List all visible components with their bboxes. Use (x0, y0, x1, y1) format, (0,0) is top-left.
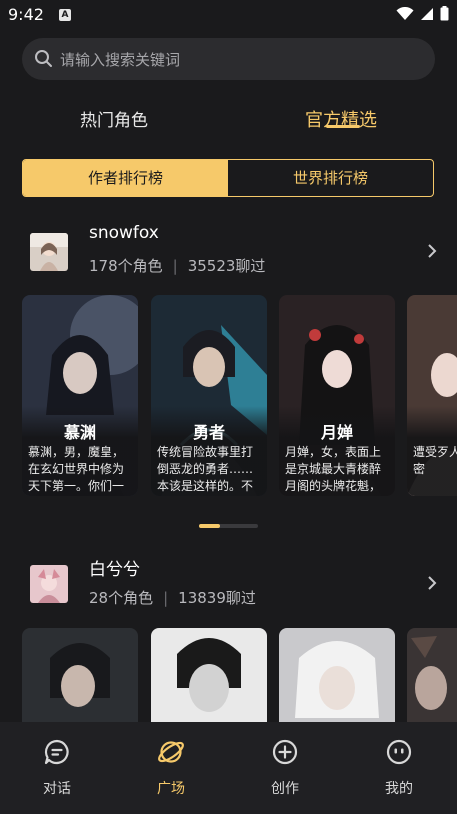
author-stats: 28个角色 | 13839聊过 (89, 587, 256, 608)
top-tabs: 热门角色 官方精选 (0, 100, 457, 140)
tab-hot-roles[interactable]: 热门角色 (80, 106, 148, 131)
search-input[interactable]: 请输入搜索关键词 (60, 49, 180, 70)
carousel-pager (199, 524, 258, 528)
battery-icon (440, 6, 449, 21)
role-card[interactable] (407, 628, 457, 722)
tab-official-picks[interactable]: 官方精选 (305, 106, 377, 132)
status-bar: 9:42 A (0, 0, 457, 30)
role-portrait (22, 628, 138, 722)
role-card[interactable]: 慕渊 慕渊，男，魔皇，在玄幻世界中修为天下第一。你们一 (22, 295, 138, 496)
role-card[interactable]: 莎 遭受歹人，日暗的密 (407, 295, 457, 496)
role-description: 慕渊，男，魔皇，在玄幻世界中修为天下第一。你们一 (28, 445, 125, 493)
role-carousel[interactable] (22, 628, 457, 722)
active-tab-indicator (326, 125, 360, 128)
role-portrait (407, 628, 457, 722)
chat-count: 13839聊过 (178, 589, 256, 607)
chat-count: 35523聊过 (187, 257, 266, 275)
role-card[interactable]: 月婵 月婵，女，表面上是京城最大青楼醉月阁的头牌花魁， (279, 295, 395, 496)
author-avatar (30, 233, 68, 271)
nav-label-profile: 我的 (385, 781, 413, 797)
author-name: snowfox (89, 223, 159, 243)
role-name: 慕渊 (63, 423, 96, 442)
role-carousel[interactable]: 慕渊 慕渊，男，魔皇，在玄幻世界中修为天下第一。你们一 勇者 传统冒险故事里打倒… (22, 295, 457, 496)
role-description: 传统冒险故事里打倒恶龙的勇者……本该是这样的。不 (157, 445, 254, 493)
status-time: 9:42 (8, 5, 44, 24)
author-name: 白兮兮 (89, 560, 140, 580)
stat-divider: | (172, 257, 178, 275)
role-portrait (151, 628, 267, 722)
signal-icon (421, 7, 433, 20)
plus-circle-icon (272, 739, 298, 765)
notification-badge: A (59, 9, 71, 21)
search-icon (35, 50, 52, 67)
planet-icon (158, 741, 184, 763)
nav-label-create: 创作 (271, 781, 299, 797)
author-row[interactable]: 白兮兮 28个角色 | 13839聊过 (0, 553, 457, 623)
role-card[interactable] (151, 628, 267, 722)
author-row[interactable]: snowfox 178个角色 | 35523聊过 (0, 221, 457, 291)
ranking-switch: 作者排行榜 世界排行榜 (22, 159, 434, 197)
nav-item-create[interactable]: 创作 (255, 738, 315, 798)
bottom-nav: 对话 广场 创作 我的 (0, 722, 457, 814)
role-description: 遭受歹人，日暗的密 (413, 445, 457, 476)
role-name: 月婵 (320, 423, 353, 442)
role-portrait (279, 628, 395, 722)
chevron-right-icon[interactable] (427, 243, 437, 259)
profile-face-icon (386, 739, 412, 765)
pager-active (199, 524, 220, 528)
author-stats: 178个角色 | 35523聊过 (89, 255, 265, 276)
nav-item-profile[interactable]: 我的 (369, 738, 429, 798)
world-rank-button[interactable]: 世界排行榜 (228, 160, 433, 196)
nav-item-square[interactable]: 广场 (141, 738, 201, 798)
author-rank-button[interactable]: 作者排行榜 (23, 160, 228, 196)
role-name: 莎 (407, 419, 457, 443)
role-count: 28个角色 (89, 589, 154, 607)
nav-item-chat[interactable]: 对话 (27, 738, 87, 798)
role-card[interactable] (279, 628, 395, 722)
system-icons (396, 6, 449, 21)
author-avatar (30, 565, 68, 603)
nav-label-square: 广场 (157, 781, 185, 797)
nav-label-chat: 对话 (43, 781, 71, 797)
wifi-icon (396, 6, 414, 20)
role-card[interactable]: 勇者 传统冒险故事里打倒恶龙的勇者……本该是这样的。不 (151, 295, 267, 496)
chevron-right-icon[interactable] (427, 575, 437, 591)
role-count: 178个角色 (89, 257, 163, 275)
stat-divider: | (163, 589, 169, 607)
chat-bubble-icon (44, 739, 69, 765)
search-bar[interactable]: 请输入搜索关键词 (22, 38, 435, 80)
role-name: 勇者 (192, 423, 225, 442)
role-description: 月婵，女，表面上是京城最大青楼醉月阁的头牌花魁， (285, 445, 382, 493)
role-card[interactable] (22, 628, 138, 722)
